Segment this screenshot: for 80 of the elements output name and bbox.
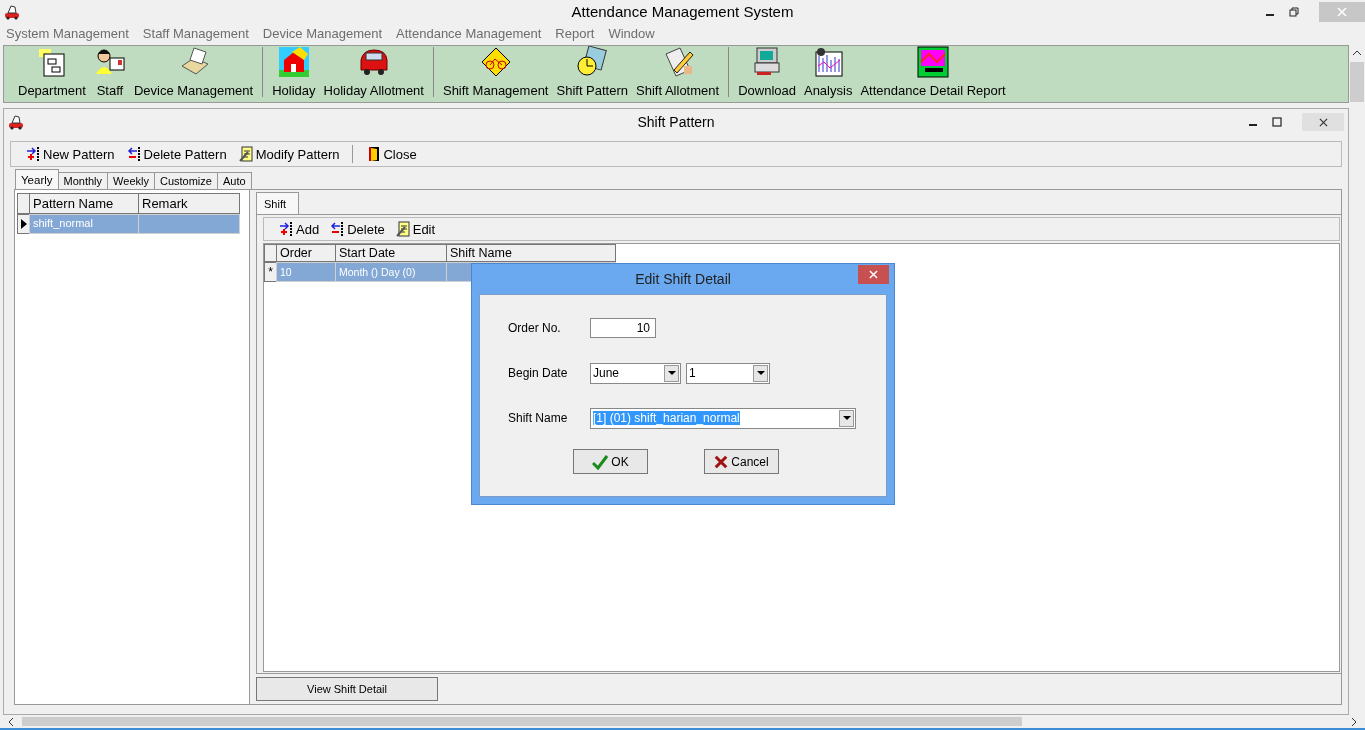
delete-arrows-icon (126, 146, 143, 162)
line-chart-icon (917, 46, 949, 78)
menu-item[interactable]: Report (555, 26, 595, 41)
menu-item[interactable]: Attendance Management (396, 26, 542, 41)
table-cell: 10 (276, 262, 336, 282)
tab[interactable]: Shift (256, 192, 299, 214)
app-car-icon (3, 3, 21, 20)
column-header[interactable]: Start Date (335, 244, 447, 262)
month-dropdown[interactable]: June (590, 362, 681, 384)
caret-icon (667, 371, 676, 375)
column-header[interactable]: Shift Name (446, 244, 616, 262)
add-arrows-icon (279, 221, 295, 237)
view-shift-detail-button[interactable]: View Shift Detail (256, 677, 438, 701)
dialog-title: Edit Shift Detail (635, 271, 731, 287)
restore-icon[interactable] (1289, 6, 1299, 17)
add-arrows-icon (26, 146, 42, 162)
tab[interactable]: Yearly (15, 169, 59, 189)
caret-icon (842, 416, 851, 420)
table-cell: shift_normal (29, 214, 139, 234)
scroll-left-icon[interactable] (8, 716, 14, 727)
bicycle-sign-icon (479, 46, 512, 78)
cancel-button[interactable]: Cancel (704, 449, 779, 474)
chart-icon (812, 46, 845, 78)
toolbar-button[interactable]: Close (363, 146, 420, 162)
scroll-thumb[interactable] (1350, 62, 1364, 102)
edit-note-icon (395, 221, 412, 237)
toolbar-button[interactable]: Holiday Allotment (319, 46, 428, 98)
day-dropdown[interactable]: 1 (686, 362, 770, 384)
menu-item[interactable]: Device Management (262, 26, 383, 41)
toolbar-button[interactable]: Delete Pattern (123, 146, 230, 162)
clock-calendar-icon (576, 46, 609, 78)
column-header[interactable]: Remark (138, 193, 240, 214)
toolbar-button[interactable]: Download (734, 46, 800, 98)
car-icon (357, 46, 390, 78)
menu-item[interactable]: System Management (6, 26, 129, 41)
toolbar-button[interactable]: Edit (392, 221, 439, 237)
caret-icon (756, 371, 765, 375)
toolbar-button[interactable]: New Pattern (23, 146, 118, 162)
menu-item[interactable]: Window (608, 26, 655, 41)
tab[interactable]: Auto (216, 172, 252, 189)
menu-item[interactable]: Staff Management (142, 26, 249, 41)
column-header[interactable]: Pattern Name (29, 193, 139, 214)
toolbar-button[interactable]: Add (276, 221, 323, 237)
toolbar-button[interactable]: Attendance Detail Report (856, 46, 1010, 98)
toolbar-button[interactable]: Staff (89, 46, 130, 98)
toolbar-button[interactable]: Shift Management (438, 46, 553, 98)
toolbar-button[interactable]: Holiday (268, 46, 320, 98)
maximize-icon[interactable] (1272, 117, 1282, 127)
horizontal-scrollbar[interactable] (0, 715, 1365, 730)
check-icon (592, 453, 609, 470)
app-car-icon (7, 114, 25, 130)
window-title: Attendance Management System (571, 3, 794, 20)
field-label: Order No. (508, 321, 562, 335)
edit-note-icon (238, 146, 255, 162)
toolbar-button[interactable]: Shift Allotment (632, 46, 724, 98)
cross-icon (714, 454, 729, 469)
field-label: Shift Name (508, 411, 569, 425)
toolbar-button[interactable]: Delete (327, 221, 388, 237)
child-window-title: Shift Pattern (637, 114, 715, 130)
tab[interactable]: Weekly (107, 172, 155, 189)
table-cell: Month () Day (0) (335, 262, 447, 282)
house-icon (277, 46, 310, 78)
tab[interactable]: Monthly (57, 172, 109, 189)
order-number-field[interactable]: 10 (590, 318, 656, 338)
close-icon (1318, 117, 1328, 127)
column-header[interactable]: Order (276, 244, 336, 262)
close-icon (1337, 6, 1347, 17)
current-row-icon (20, 219, 27, 229)
scroll-right-icon[interactable] (1351, 716, 1357, 727)
ok-button[interactable]: OK (573, 449, 648, 474)
scroll-up-icon[interactable] (1352, 50, 1362, 56)
field-label: Begin Date (508, 366, 569, 380)
close-button[interactable] (858, 265, 889, 284)
close-icon (869, 270, 878, 279)
toolbar-button[interactable]: Device Management (129, 46, 258, 98)
toolbar-button[interactable]: Shift Pattern (552, 46, 633, 98)
scroll-thumb[interactable] (22, 717, 1022, 726)
toolbar-button[interactable]: Department (14, 46, 90, 98)
toolbar-button[interactable]: Modify Pattern (235, 146, 343, 162)
toolbar-button[interactable]: Analysis (799, 46, 857, 98)
